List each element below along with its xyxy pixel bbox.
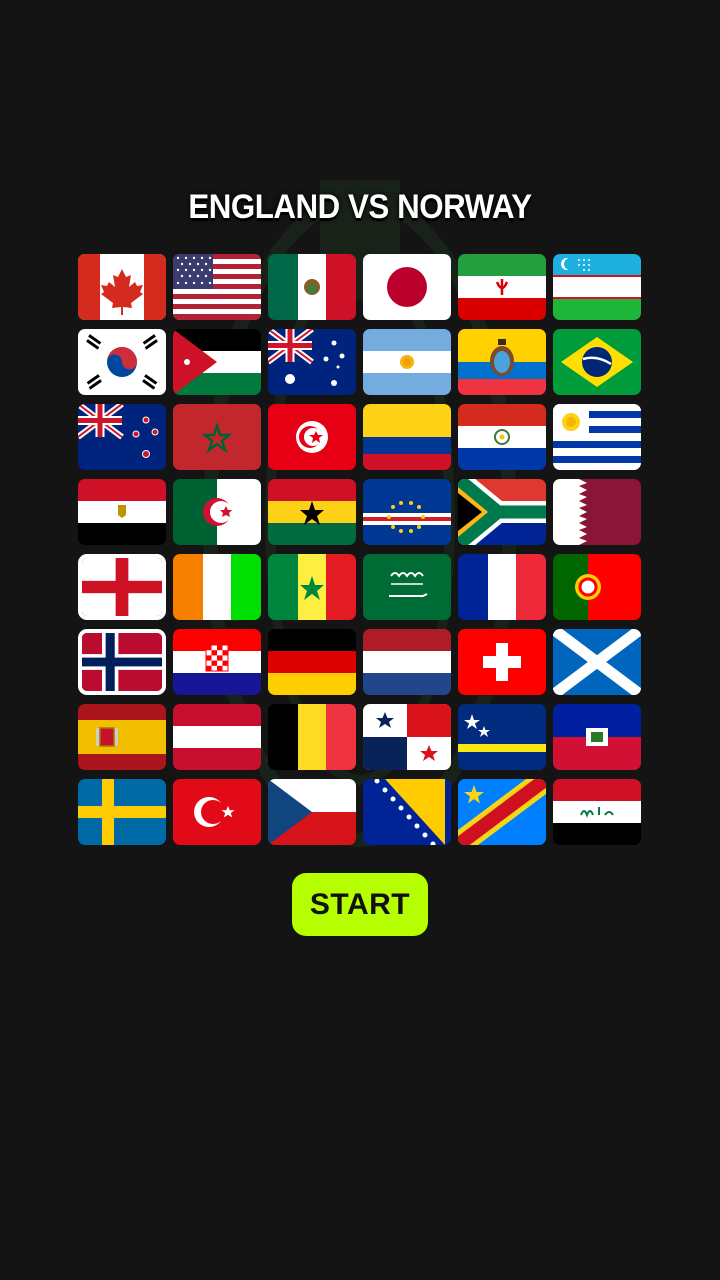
flag-grid: [78, 254, 641, 845]
flag-argentina[interactable]: [363, 329, 451, 395]
flag-japan[interactable]: [363, 254, 451, 320]
flag-canada[interactable]: [78, 254, 166, 320]
flag-panama[interactable]: [363, 704, 451, 770]
flag-new-zealand[interactable]: [78, 404, 166, 470]
flag-cape-verde[interactable]: [363, 479, 451, 545]
flag-mexico[interactable]: [268, 254, 356, 320]
flag-haiti[interactable]: [553, 704, 641, 770]
flag-dr-congo[interactable]: [458, 779, 546, 845]
flag-usa[interactable]: [173, 254, 261, 320]
flag-austria[interactable]: [173, 704, 261, 770]
flag-switzerland[interactable]: [458, 629, 546, 695]
flag-qatar[interactable]: [553, 479, 641, 545]
flag-netherlands[interactable]: [363, 629, 451, 695]
flag-germany[interactable]: [268, 629, 356, 695]
flag-iraq[interactable]: [553, 779, 641, 845]
flag-uruguay[interactable]: [553, 404, 641, 470]
flag-south-africa[interactable]: [458, 479, 546, 545]
flag-tunisia[interactable]: [268, 404, 356, 470]
flag-algeria[interactable]: [173, 479, 261, 545]
flag-ivory-coast[interactable]: [173, 554, 261, 620]
flag-brazil[interactable]: [553, 329, 641, 395]
flag-jordan[interactable]: [173, 329, 261, 395]
flag-egypt[interactable]: [78, 479, 166, 545]
flag-scotland[interactable]: [553, 629, 641, 695]
flag-senegal[interactable]: [268, 554, 356, 620]
flag-ecuador[interactable]: [458, 329, 546, 395]
flag-curacao[interactable]: [458, 704, 546, 770]
match-title: ENGLAND VS NORWAY: [188, 188, 532, 226]
flag-sweden[interactable]: [78, 779, 166, 845]
flag-croatia[interactable]: [173, 629, 261, 695]
flag-portugal[interactable]: [553, 554, 641, 620]
flag-ghana[interactable]: [268, 479, 356, 545]
flag-morocco[interactable]: [173, 404, 261, 470]
flag-colombia[interactable]: [363, 404, 451, 470]
flag-australia[interactable]: [268, 329, 356, 395]
flag-saudi-arabia[interactable]: [363, 554, 451, 620]
flag-england[interactable]: [78, 554, 166, 620]
flag-spain[interactable]: [78, 704, 166, 770]
flag-paraguay[interactable]: [458, 404, 546, 470]
start-button[interactable]: START: [292, 873, 428, 936]
flag-bosnia[interactable]: [363, 779, 451, 845]
flag-turkey[interactable]: [173, 779, 261, 845]
flag-norway[interactable]: [78, 629, 166, 695]
flag-south-korea[interactable]: [78, 329, 166, 395]
flag-france[interactable]: [458, 554, 546, 620]
flag-uzbekistan[interactable]: [553, 254, 641, 320]
flag-belgium[interactable]: [268, 704, 356, 770]
flag-iran[interactable]: [458, 254, 546, 320]
flag-czech-republic[interactable]: [268, 779, 356, 845]
